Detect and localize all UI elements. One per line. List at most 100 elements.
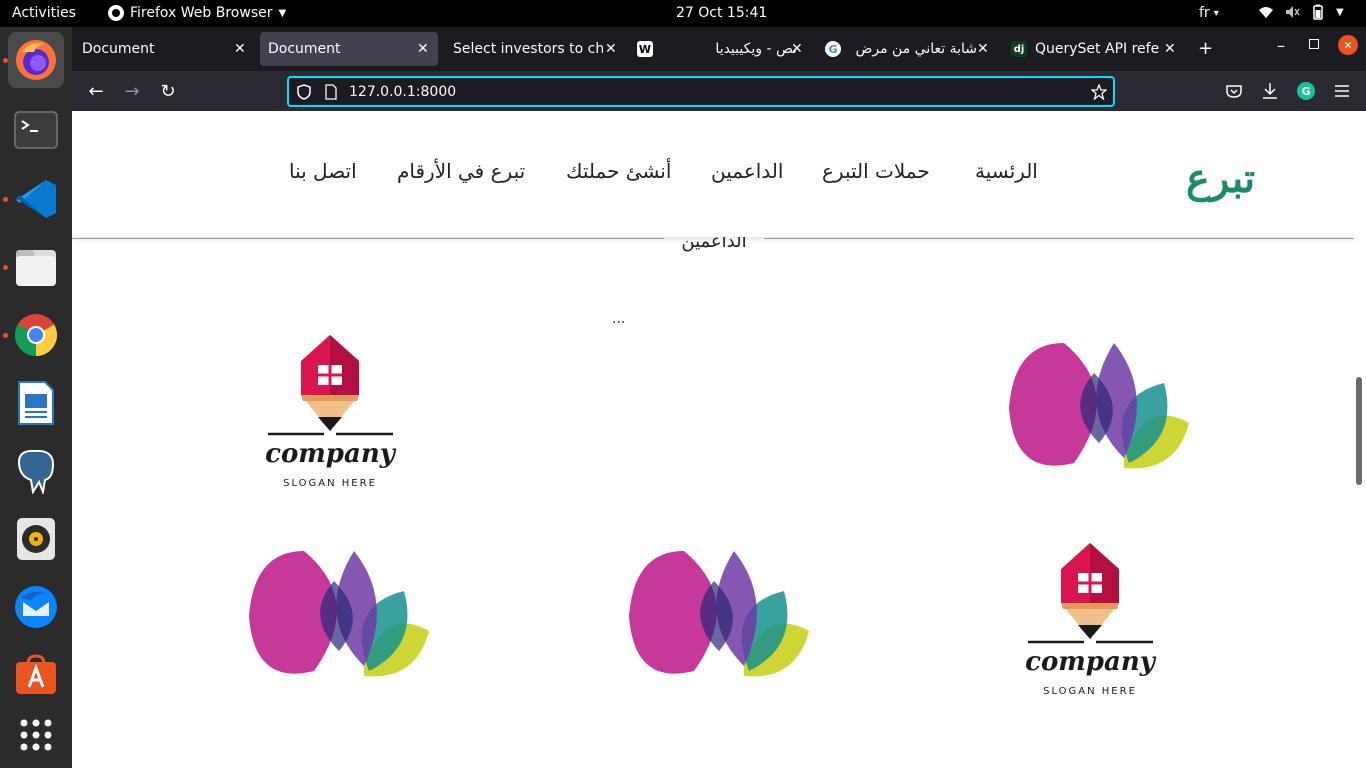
django-favicon-icon: dj xyxy=(1011,41,1027,57)
petals-logo-icon xyxy=(1009,343,1189,469)
tab-title: QuerySet API refere xyxy=(1035,41,1159,57)
activities-button[interactable]: Activities xyxy=(12,5,76,21)
tab-document-1[interactable]: Document ✕ xyxy=(74,32,256,66)
close-icon[interactable]: ✕ xyxy=(977,41,989,57)
supporter-logo-petals[interactable] xyxy=(244,546,434,690)
caret-down-icon: ▼ xyxy=(1336,6,1344,18)
back-button[interactable]: ← xyxy=(84,79,108,103)
pocket-icon[interactable] xyxy=(1226,83,1242,99)
dock-item-vscode[interactable] xyxy=(8,171,64,227)
logo-slogan-text: SLOGAN HERE xyxy=(1043,686,1137,697)
firefox-icon xyxy=(16,40,56,80)
caret-down-icon: ▼ xyxy=(278,7,287,19)
petals-logo-icon xyxy=(249,551,429,677)
software-center-icon xyxy=(16,654,56,694)
close-icon[interactable]: ✕ xyxy=(605,41,617,57)
tab-select-investors[interactable]: Select investors to cha ✕ xyxy=(445,32,623,66)
dock-item-rhythmbox[interactable] xyxy=(8,511,64,567)
keyboard-layout-menu[interactable]: fr ▾ xyxy=(1199,5,1219,21)
dock-item-firefox[interactable] xyxy=(8,32,64,88)
ellipsis-text: ... xyxy=(612,311,626,327)
tab-wikipedia[interactable]: W نص - ويكيبيديا ✕ xyxy=(629,32,807,66)
tab-title: Select investors to cha xyxy=(453,41,603,57)
dock-item-pgadmin[interactable] xyxy=(8,443,64,499)
grammarly-icon[interactable]: G xyxy=(1297,82,1315,100)
vscode-icon xyxy=(16,180,56,218)
pencil-house-logo-icon xyxy=(268,335,393,436)
rhythmbox-icon xyxy=(17,518,55,560)
close-window-button[interactable]: ✕ xyxy=(1338,35,1358,55)
web-page: تبرع الرئسية حملات التبرع الداعمين أنشئ … xyxy=(72,111,1354,768)
app-menu-label: Firefox Web Browser xyxy=(130,5,273,21)
system-tray[interactable]: ▼ xyxy=(1258,4,1344,20)
dock-item-terminal[interactable] xyxy=(8,102,64,158)
close-icon[interactable]: ✕ xyxy=(234,41,246,57)
running-indicator xyxy=(3,265,8,270)
caret-down-icon: ▾ xyxy=(1213,7,1219,19)
app-menu[interactable]: Firefox Web Browser ▼ xyxy=(108,5,286,21)
tab-document-2[interactable]: Document ✕ xyxy=(260,32,438,66)
pgadmin-elephant-icon xyxy=(17,449,55,494)
tab-title: Document xyxy=(82,41,155,57)
dock xyxy=(0,27,72,768)
page-scrollbar-thumb[interactable] xyxy=(1356,377,1362,485)
nav-link-supporters[interactable]: الداعمين xyxy=(711,159,783,183)
running-indicator xyxy=(3,58,8,63)
tab-google[interactable]: G شابة تعاني من مرض ✕ xyxy=(817,32,995,66)
supporter-logo-petals[interactable] xyxy=(624,546,814,690)
nav-link-statistics[interactable]: تبرع في الأرقام xyxy=(397,159,525,183)
close-icon[interactable]: ✕ xyxy=(417,41,429,57)
google-favicon-icon: G xyxy=(825,41,841,57)
terminal-icon xyxy=(14,111,58,149)
dock-item-show-apps[interactable] xyxy=(8,707,64,763)
logo-company-text: company xyxy=(265,439,395,469)
close-icon[interactable]: ✕ xyxy=(791,41,803,57)
forward-button[interactable]: → xyxy=(120,79,144,103)
minimize-button[interactable]: – xyxy=(1277,36,1285,55)
url-text[interactable]: 127.0.0.1:8000 xyxy=(349,84,456,100)
supporter-logo-company[interactable]: company SLOGAN HERE xyxy=(1020,541,1160,701)
logo-company-text: company xyxy=(1025,647,1155,677)
thunderbird-icon xyxy=(15,586,57,628)
tab-strip: Document ✕ Document ✕ Select investors t… xyxy=(72,27,1366,71)
battery-icon xyxy=(1313,4,1323,20)
reload-button[interactable]: ↻ xyxy=(156,79,180,103)
nav-bar: ← → ↻ 127.0.0.1:8000 G xyxy=(72,71,1366,111)
supporter-logo-petals[interactable] xyxy=(1004,338,1194,482)
dock-item-files[interactable] xyxy=(8,239,64,295)
close-icon[interactable]: ✕ xyxy=(1164,41,1176,57)
tab-title: Document xyxy=(268,41,341,57)
supporter-logo-company[interactable]: company SLOGAN HERE xyxy=(260,333,400,493)
tab-title: نص - ويكيبيديا xyxy=(715,41,797,57)
nav-link-create-campaign[interactable]: أنشئ حملتك xyxy=(566,159,671,183)
running-indicator xyxy=(3,333,8,338)
chrome-icon xyxy=(14,314,58,356)
dock-item-chrome[interactable] xyxy=(8,307,64,363)
site-logo[interactable]: تبرع xyxy=(1186,155,1255,202)
dock-item-thunderbird[interactable] xyxy=(8,579,64,635)
clock[interactable]: 27 Oct 15:41 xyxy=(676,5,767,21)
shield-icon xyxy=(297,84,311,100)
maximize-button[interactable] xyxy=(1309,39,1319,49)
files-icon xyxy=(16,250,56,286)
new-tab-button[interactable]: + xyxy=(1198,38,1213,59)
menu-icon[interactable] xyxy=(1334,84,1350,98)
logo-slogan-text: SLOGAN HERE xyxy=(283,478,377,489)
url-bar[interactable]: 127.0.0.1:8000 xyxy=(287,76,1115,107)
show-apps-icon xyxy=(20,719,52,751)
tab-django-docs[interactable]: dj QuerySet API refere ✕ xyxy=(1003,32,1181,66)
nav-link-campaigns[interactable]: حملات التبرع xyxy=(822,159,930,183)
nav-link-home[interactable]: الرئسية xyxy=(975,159,1038,183)
dock-item-writer[interactable] xyxy=(8,375,64,431)
download-icon[interactable] xyxy=(1262,82,1278,100)
tab-title: شابة تعاني من مرض xyxy=(855,41,977,57)
system-top-bar: Activities Firefox Web Browser ▼ 27 Oct … xyxy=(0,0,1366,27)
site-header: تبرع الرئسية حملات التبرع الداعمين أنشئ … xyxy=(72,111,1354,237)
keyboard-layout-label: fr xyxy=(1199,5,1210,21)
nav-link-contact[interactable]: اتصل بنا xyxy=(289,159,357,183)
volume-muted-icon xyxy=(1286,6,1300,18)
page-icon xyxy=(325,84,337,100)
dock-item-software-center[interactable] xyxy=(8,647,64,703)
firefox-small-icon xyxy=(108,5,124,21)
bookmark-star-icon[interactable] xyxy=(1091,84,1107,100)
